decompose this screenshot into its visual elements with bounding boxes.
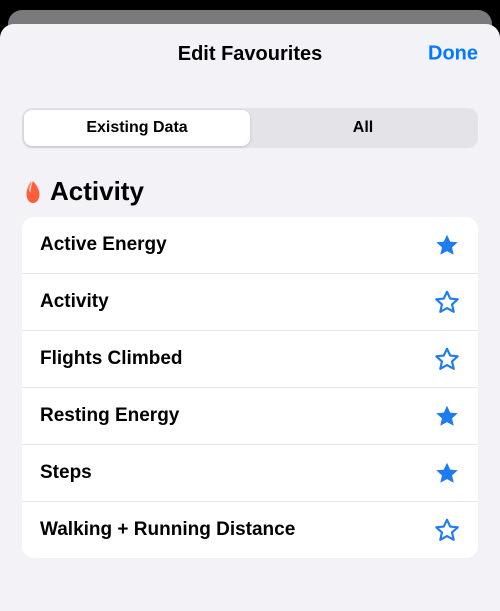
- list-item[interactable]: Steps: [22, 445, 478, 502]
- item-label: Flights Climbed: [40, 348, 183, 370]
- star-filled-icon: [434, 403, 460, 429]
- list-item[interactable]: Flights Climbed: [22, 331, 478, 388]
- header-title: Edit Favourites: [178, 43, 322, 66]
- list-item[interactable]: Resting Energy: [22, 388, 478, 445]
- segmented-control: Existing Data All: [22, 108, 478, 148]
- star-outline-icon: [434, 517, 460, 543]
- item-label: Activity: [40, 291, 109, 313]
- segment-all[interactable]: All: [250, 110, 476, 146]
- favourites-list: Active Energy Activity Flights Climbed R…: [22, 217, 478, 558]
- segment-existing-data[interactable]: Existing Data: [24, 110, 250, 146]
- modal-sheet: Edit Favourites Done Existing Data All A…: [0, 24, 500, 611]
- modal-header: Edit Favourites Done: [0, 24, 500, 84]
- list-item[interactable]: Active Energy: [22, 217, 478, 274]
- flame-icon: [22, 179, 44, 205]
- section-header: Activity: [22, 176, 478, 207]
- section-title: Activity: [50, 176, 144, 207]
- item-label: Walking + Running Distance: [40, 519, 295, 541]
- star-outline-icon: [434, 346, 460, 372]
- item-label: Active Energy: [40, 234, 167, 256]
- done-button[interactable]: Done: [428, 43, 478, 66]
- item-label: Steps: [40, 462, 92, 484]
- star-filled-icon: [434, 460, 460, 486]
- star-filled-icon: [434, 232, 460, 258]
- star-outline-icon: [434, 289, 460, 315]
- item-label: Resting Energy: [40, 405, 179, 427]
- list-item[interactable]: Walking + Running Distance: [22, 502, 478, 558]
- list-item[interactable]: Activity: [22, 274, 478, 331]
- activity-section: Activity Active Energy Activity Flights …: [22, 176, 478, 558]
